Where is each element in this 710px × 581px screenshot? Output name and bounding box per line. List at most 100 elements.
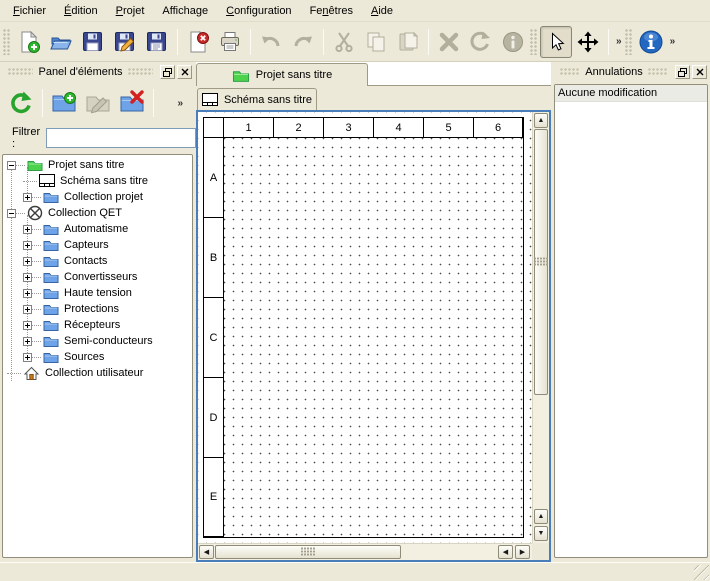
expand-box[interactable] xyxy=(23,321,32,330)
tab-projet-sans-titre[interactable]: Projet sans titre xyxy=(196,63,368,86)
tree-item-collection-utilisateur[interactable]: Collection utilisateur xyxy=(3,365,192,381)
toolbar-separator xyxy=(250,29,251,55)
tree-item-label: Protections xyxy=(64,303,119,315)
about-qet-button[interactable] xyxy=(635,26,667,58)
menu-aide[interactable]: Aide xyxy=(362,2,402,20)
tree-item-contacts[interactable]: Contacts xyxy=(3,253,192,269)
tree-item-semi-conducteurs[interactable]: Semi-conducteurs xyxy=(3,333,192,349)
tree-item-recepteurs[interactable]: Récepteurs xyxy=(3,317,192,333)
undo-button[interactable] xyxy=(255,26,287,58)
close-file-button[interactable] xyxy=(182,26,214,58)
horizontal-scrollbar[interactable]: ◀ ◀ ▶ xyxy=(198,543,532,560)
scroll-up-button[interactable]: ▲ xyxy=(534,113,548,128)
scroll-up-button-2[interactable]: ▲ xyxy=(534,509,548,524)
diagram-canvas[interactable]: 1 2 3 4 5 6 A B C D E xyxy=(198,112,532,543)
print-button[interactable] xyxy=(214,26,246,58)
window-resize-grip[interactable] xyxy=(694,565,709,580)
undo-panel-titlebar[interactable]: Annulations xyxy=(552,62,710,82)
new-file-button[interactable] xyxy=(13,26,45,58)
edit-category-button[interactable] xyxy=(81,86,115,120)
expand-box[interactable] xyxy=(23,337,32,346)
new-category-button[interactable] xyxy=(47,86,81,120)
reload-collections-button[interactable] xyxy=(4,86,38,120)
undo-panel: Annulations Aucune modification xyxy=(552,62,710,562)
filter-input[interactable] xyxy=(46,128,196,148)
elements-panel-titlebar[interactable]: Panel d'éléments xyxy=(0,62,195,82)
close-panel-button[interactable] xyxy=(177,65,192,79)
close-panel-button[interactable] xyxy=(692,65,707,79)
delete-button[interactable] xyxy=(433,26,465,58)
expand-box[interactable] xyxy=(23,273,32,282)
menu-fichier[interactable]: Fichier xyxy=(4,2,55,20)
tree-item-collection-qet[interactable]: Collection QET xyxy=(3,205,192,221)
toolbar-handle[interactable] xyxy=(625,29,632,55)
tree-item-sources[interactable]: Sources xyxy=(3,349,192,365)
tree-item-label: Schéma sans titre xyxy=(60,175,148,187)
float-panel-button[interactable] xyxy=(675,65,690,79)
expand-box[interactable] xyxy=(23,225,32,234)
rotate-button[interactable] xyxy=(465,26,497,58)
paste-button[interactable] xyxy=(392,26,424,58)
tree-item-schema[interactable]: Schéma sans titre xyxy=(3,173,192,189)
menu-fenetres[interactable]: Fenêtres xyxy=(301,2,362,20)
toolbar-handle[interactable] xyxy=(530,29,537,55)
tree-stub xyxy=(16,165,25,166)
tree-item-label: Collection utilisateur xyxy=(45,367,143,379)
expand-box[interactable] xyxy=(23,353,32,362)
expand-box[interactable] xyxy=(23,241,32,250)
tree-stub xyxy=(32,357,41,358)
scroll-left-button-2[interactable]: ◀ xyxy=(498,545,513,559)
tree-item-label: Capteurs xyxy=(64,239,109,251)
vertical-scroll-thumb[interactable] xyxy=(534,129,548,395)
collapse-box[interactable] xyxy=(7,161,16,170)
horizontal-scroll-thumb[interactable] xyxy=(215,545,401,559)
tree-item-haute-tension[interactable]: Haute tension xyxy=(3,285,192,301)
toolbar-overflow-chevron[interactable]: » xyxy=(613,36,624,47)
tree-item-collection-projet[interactable]: Collection projet xyxy=(3,189,192,205)
float-panel-button[interactable] xyxy=(160,65,175,79)
blue-folder-icon xyxy=(43,254,59,268)
scroll-left-button[interactable]: ◀ xyxy=(199,545,214,559)
save-button[interactable] xyxy=(77,26,109,58)
scroll-down-button[interactable]: ▼ xyxy=(534,526,548,541)
tree-item-projet[interactable]: Projet sans titre xyxy=(3,157,192,173)
menu-affichage[interactable]: Affichage xyxy=(153,2,217,20)
select-mode-button[interactable] xyxy=(540,26,572,58)
tab-schema-sans-titre[interactable]: Schéma sans titre xyxy=(197,88,317,110)
diagram-view[interactable]: 1 2 3 4 5 6 A B C D E ▲ xyxy=(196,110,551,562)
save-all-button[interactable] xyxy=(141,26,173,58)
expand-box[interactable] xyxy=(23,257,32,266)
tree-item-label: Sources xyxy=(64,351,104,363)
collapse-box[interactable] xyxy=(7,209,16,218)
pan-mode-button[interactable] xyxy=(572,26,604,58)
panel-overflow-chevron[interactable]: » xyxy=(174,98,185,109)
scroll-right-button[interactable]: ▶ xyxy=(515,545,530,559)
undo-list-item[interactable]: Aucune modification xyxy=(555,85,707,102)
tree-item-label: Récepteurs xyxy=(64,319,120,331)
menu-configuration[interactable]: Configuration xyxy=(217,2,300,20)
toolbar-handle[interactable] xyxy=(3,29,10,55)
menu-projet[interactable]: Projet xyxy=(107,2,154,20)
save-as-button[interactable] xyxy=(109,26,141,58)
frame-row-header: E xyxy=(204,458,224,537)
blue-folder-icon xyxy=(43,286,59,300)
expand-box[interactable] xyxy=(23,305,32,314)
expand-box[interactable] xyxy=(23,193,32,202)
tree-item-convertisseurs[interactable]: Convertisseurs xyxy=(3,269,192,285)
main-area: Panel d'éléments xyxy=(0,62,710,562)
copy-button[interactable] xyxy=(360,26,392,58)
delete-category-button[interactable] xyxy=(115,86,149,120)
cut-button[interactable] xyxy=(328,26,360,58)
green-folder-icon xyxy=(232,68,250,83)
element-info-button[interactable] xyxy=(497,26,529,58)
undo-history-list: Aucune modification xyxy=(554,84,708,558)
menu-edition[interactable]: Édition xyxy=(55,2,107,20)
open-file-button[interactable] xyxy=(45,26,77,58)
vertical-scrollbar[interactable]: ▲ ▲ ▼ xyxy=(532,112,549,543)
toolbar-overflow-chevron[interactable]: » xyxy=(667,36,678,47)
redo-button[interactable] xyxy=(287,26,319,58)
expand-box[interactable] xyxy=(23,289,32,298)
tree-item-protections[interactable]: Protections xyxy=(3,301,192,317)
tree-item-capteurs[interactable]: Capteurs xyxy=(3,237,192,253)
tree-item-automatisme[interactable]: Automatisme xyxy=(3,221,192,237)
